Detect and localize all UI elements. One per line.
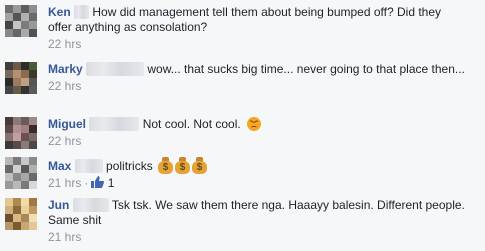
comment-text-line: Jun Tsk tsk. We saw them there nga. Haaa…: [48, 198, 468, 228]
comment-meta: 22 hrs: [48, 79, 468, 93]
money-bag-icon: $: [175, 157, 191, 174]
avatar[interactable]: [5, 62, 37, 94]
comment: Jun Tsk tsk. We saw them there nga. Haaa…: [0, 198, 485, 248]
comment-author[interactable]: Max: [48, 159, 71, 173]
comment-body: Miguel Not cool. Not cool. 22 hrs: [48, 117, 468, 148]
comment-text: Not cool. Not cool.: [142, 117, 241, 131]
comment-text-line: Miguel Not cool. Not cool.: [48, 117, 468, 132]
comment-text-line: Ken How did management tell them about b…: [48, 5, 468, 35]
comment-body: Jun Tsk tsk. We saw them there nga. Haaa…: [48, 198, 468, 244]
comment-timestamp[interactable]: 22 hrs: [48, 79, 81, 93]
meta-separator: ·: [84, 176, 89, 190]
comment-meta: 22 hrs: [48, 37, 468, 51]
avatar[interactable]: [5, 198, 37, 230]
redacted-surname: [86, 62, 145, 76]
comment-author[interactable]: Marky: [48, 62, 83, 76]
comment-meta: 21 hrs: [48, 230, 468, 244]
comment-text-line: Marky wow... that sucks big time... neve…: [48, 62, 468, 77]
comment-text: wow... that sucks big time... never goin…: [147, 62, 465, 76]
comment-body: Ken How did management tell them about b…: [48, 5, 468, 51]
comment-meta: 22 hrs: [48, 134, 468, 148]
comment-text: How did management tell them about being…: [48, 5, 442, 34]
comment: Marky wow... that sucks big time... neve…: [0, 62, 485, 112]
comment-text: politricks: [106, 159, 153, 173]
comment-timestamp[interactable]: 22 hrs: [48, 134, 81, 148]
comment-timestamp[interactable]: 21 hrs: [48, 176, 81, 190]
comment-timestamp[interactable]: 22 hrs: [48, 37, 81, 51]
comment-text-line: Max politricks $ $ $: [48, 157, 468, 174]
comment-author[interactable]: Miguel: [48, 117, 86, 131]
money-bag-icon: $: [192, 157, 208, 174]
comment-author[interactable]: Ken: [48, 5, 71, 19]
redacted-surname: [74, 5, 90, 19]
redacted-surname: [89, 117, 140, 131]
comment-text: Tsk tsk. We saw them there nga. Haaayy b…: [48, 198, 465, 227]
like-count[interactable]: 1: [108, 176, 115, 190]
money-bag-icon: $: [158, 157, 174, 174]
comment-author[interactable]: Jun: [48, 198, 69, 212]
redacted-surname: [72, 198, 109, 212]
comment-timestamp[interactable]: 21 hrs: [48, 230, 81, 244]
comment: Miguel Not cool. Not cool. 22 hrs: [0, 117, 485, 153]
comment-meta: 21 hrs · 1: [48, 176, 468, 190]
comment-body: Marky wow... that sucks big time... neve…: [48, 62, 468, 93]
avatar[interactable]: [5, 5, 37, 37]
comment: Ken How did management tell them about b…: [0, 5, 485, 55]
comment-body: Max politricks $ $ $ 21 hrs · 1: [48, 157, 468, 190]
comment: Max politricks $ $ $ 21 hrs · 1: [0, 157, 485, 193]
angry-face-icon: [247, 117, 262, 131]
avatar[interactable]: [5, 157, 37, 189]
redacted-surname: [74, 159, 103, 173]
avatar[interactable]: [5, 117, 37, 149]
thumbs-up-icon[interactable]: [91, 176, 105, 190]
